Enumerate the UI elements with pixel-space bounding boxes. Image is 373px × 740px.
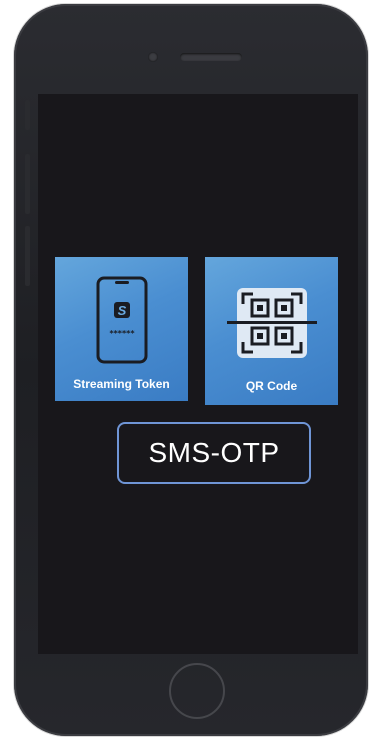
earpiece-speaker [180, 53, 242, 61]
qr-code-tile[interactable]: QR Code [205, 257, 338, 405]
qr-scan-icon [227, 288, 317, 358]
streaming-token-tile[interactable]: S ****** Streaming Token [55, 257, 188, 401]
token-app-glyph: S [118, 303, 127, 318]
front-camera [148, 52, 158, 62]
side-button-volume-up [25, 154, 30, 214]
qr-code-label: QR Code [245, 379, 298, 393]
sms-otp-label: SMS-OTP [148, 437, 280, 468]
streaming-token-label: Streaming Token [73, 377, 170, 391]
phone-token-icon: S ****** [96, 276, 148, 364]
sms-otp-button[interactable]: SMS-OTP [117, 422, 311, 484]
home-button[interactable] [169, 663, 225, 719]
side-button-mute [25, 100, 30, 130]
side-button-volume-down [25, 226, 30, 286]
masked-token-code: ****** [109, 329, 135, 338]
